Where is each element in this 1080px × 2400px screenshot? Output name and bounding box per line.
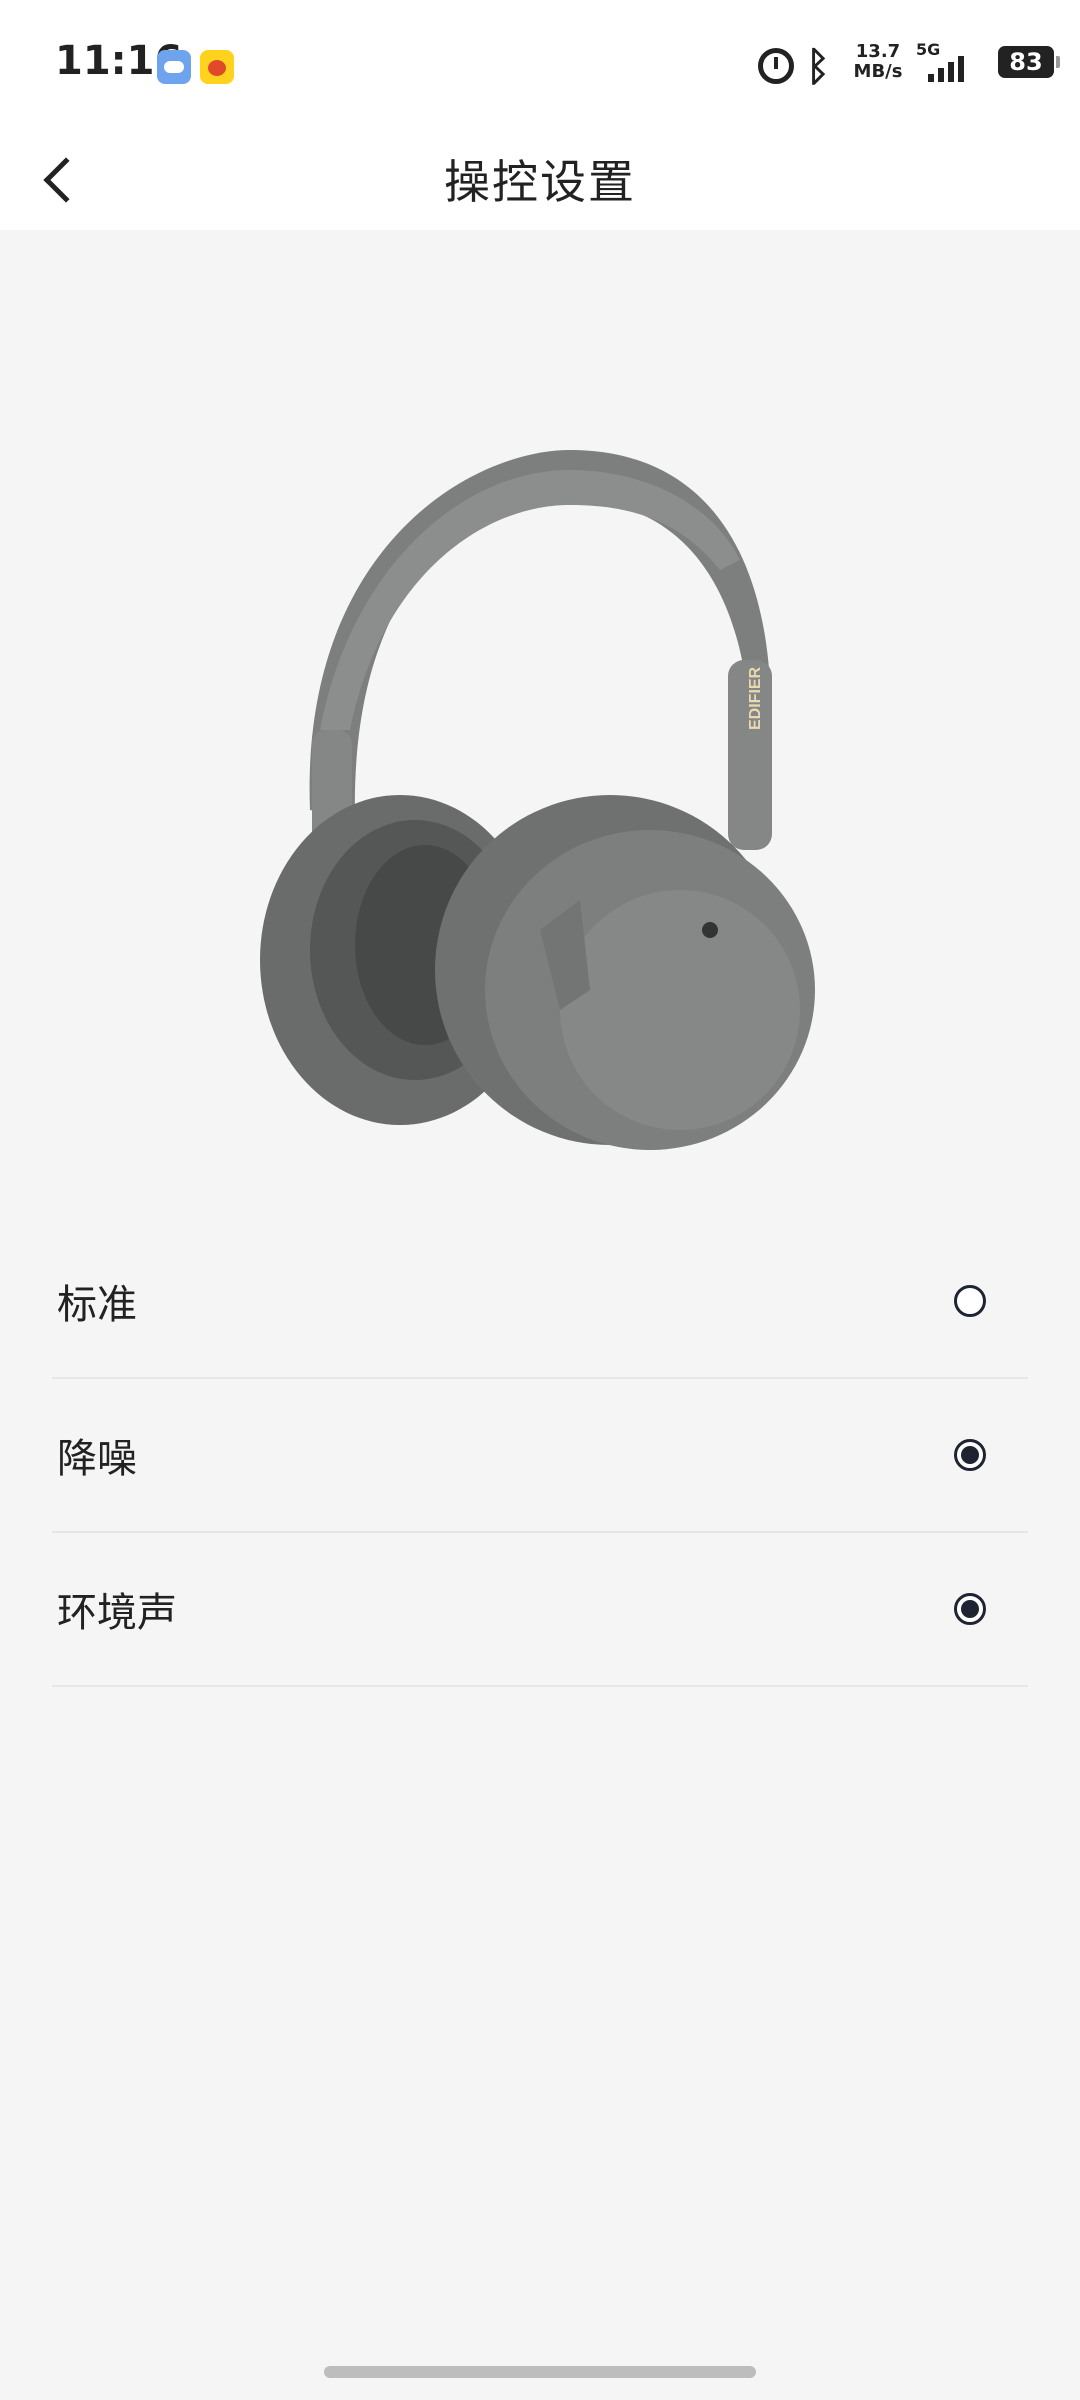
bluetooth-icon: ᛒ bbox=[806, 44, 830, 90]
option-label: 标准 bbox=[57, 1282, 137, 1328]
network-speed-unit: MB/s bbox=[853, 61, 903, 82]
signal-icon: 5G bbox=[916, 40, 986, 84]
brand-logo: EDIFIER bbox=[747, 666, 764, 730]
battery-icon: 83 bbox=[998, 46, 1060, 78]
option-ambient-sound[interactable]: 环境声 bbox=[52, 1533, 1028, 1687]
network-speed-value: 13.7 bbox=[855, 41, 901, 62]
status-bar: 11:16 ᛒ 13.7 MB/s 5G 83 bbox=[0, 0, 1080, 130]
radio-ambient-sound[interactable] bbox=[954, 1593, 986, 1625]
alarm-icon bbox=[758, 48, 794, 84]
weather-icon bbox=[157, 50, 191, 84]
headphone-image: EDIFIER bbox=[260, 450, 815, 1150]
home-indicator[interactable] bbox=[324, 2366, 756, 2378]
radio-noise-cancelling[interactable] bbox=[954, 1439, 986, 1471]
control-mode-list: 标准 降噪 环境声 bbox=[52, 1225, 1028, 1687]
network-type: 5G bbox=[916, 40, 941, 59]
option-standard[interactable]: 标准 bbox=[52, 1225, 1028, 1379]
option-label: 降噪 bbox=[57, 1436, 137, 1482]
page-title: 操控设置 bbox=[444, 155, 636, 209]
kid-app-icon bbox=[200, 50, 234, 84]
option-noise-cancelling[interactable]: 降噪 bbox=[52, 1379, 1028, 1533]
network-speed: 13.7 MB/s bbox=[848, 42, 908, 82]
top-nav: 操控设置 bbox=[0, 130, 1080, 230]
radio-standard[interactable] bbox=[954, 1285, 986, 1317]
product-image-area: EDIFIER bbox=[0, 230, 1080, 1230]
option-label: 环境声 bbox=[57, 1590, 177, 1636]
